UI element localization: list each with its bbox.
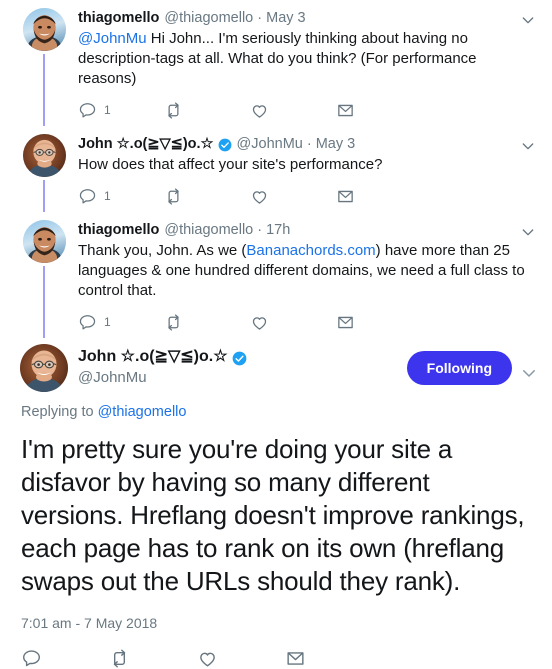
- display-name[interactable]: thiagomello: [78, 8, 159, 28]
- main-display-name-row: John ☆.o(≧▽≦)o.☆: [78, 347, 407, 367]
- reply-icon: [78, 101, 97, 120]
- tweet-thread: thiagomello @thiagomello · May 3 @JohnMu…: [0, 0, 552, 669]
- user-handle[interactable]: @JohnMu: [237, 134, 303, 154]
- display-name[interactable]: thiagomello: [78, 220, 159, 240]
- like-action[interactable]: [250, 187, 336, 206]
- separator-dot: ·: [306, 136, 312, 152]
- user-handle[interactable]: @thiagomello: [164, 220, 253, 240]
- dm-action[interactable]: [336, 187, 422, 206]
- main-tweet-header: John ☆.o(≧▽≦)o.☆ @JohnMu Following: [20, 338, 538, 392]
- retweet-icon: [164, 187, 183, 206]
- verified-badge-icon: [232, 351, 247, 366]
- dm-action[interactable]: [285, 648, 373, 669]
- retweet-action[interactable]: [164, 313, 250, 332]
- tweet-body: thiagomello @thiagomello · May 3 @JohnMu…: [68, 8, 540, 126]
- tweet-text: @JohnMu Hi John... I'm seriously thinkin…: [78, 29, 534, 89]
- main-tweet-text: I'm pretty sure you're doing your site a…: [21, 434, 525, 596]
- avatar-column: [20, 220, 68, 338]
- reply-action[interactable]: 1: [78, 101, 164, 120]
- replying-to-prefix: Replying to: [21, 404, 94, 420]
- tweet-body: John ☆.o(≧▽≦)o.☆ @JohnMu · May 3 How doe…: [68, 134, 540, 212]
- reply-action[interactable]: 1: [78, 313, 164, 332]
- tweet-text-plain: Thank you, John. As we (: [78, 242, 247, 259]
- thread-connector-line: [43, 54, 45, 126]
- avatar[interactable]: [22, 134, 66, 177]
- retweet-action[interactable]: [164, 101, 250, 120]
- separator-dot: ·: [257, 10, 263, 26]
- heart-icon: [250, 313, 269, 332]
- like-action[interactable]: [250, 101, 336, 120]
- heart-icon: [197, 648, 218, 669]
- main-tweet-identity: John ☆.o(≧▽≦)o.☆ @JohnMu: [68, 344, 407, 388]
- tweet-menu-caret[interactable]: [520, 224, 536, 240]
- tweet-menu-caret[interactable]: [520, 12, 536, 28]
- tweet-action-bar: 1: [78, 184, 534, 208]
- reply-count: 1: [104, 189, 111, 203]
- user-handle[interactable]: @thiagomello: [164, 8, 253, 28]
- following-button[interactable]: Following: [406, 351, 512, 385]
- retweet-icon: [164, 101, 183, 120]
- tweet-action-bar: 1: [78, 310, 534, 334]
- tweet-text: How does that affect your site's perform…: [78, 156, 383, 173]
- thread-reply-tweet[interactable]: John ☆.o(≧▽≦)o.☆ @JohnMu · May 3 How doe…: [0, 126, 552, 212]
- tweet-timestamp[interactable]: May 3: [316, 134, 356, 154]
- reply-count: 1: [104, 103, 111, 117]
- envelope-icon: [285, 648, 306, 669]
- reply-icon: [78, 313, 97, 332]
- avatar[interactable]: [22, 8, 66, 51]
- reply-action[interactable]: [21, 648, 109, 669]
- separator-dot: ·: [257, 222, 263, 238]
- avatar-column: [20, 8, 68, 126]
- replying-to-handle[interactable]: @thiagomello: [98, 404, 187, 420]
- reply-count: 1: [104, 315, 111, 329]
- tweet-body: thiagomello @thiagomello · 17h Thank you…: [68, 220, 540, 338]
- main-tweet: John ☆.o(≧▽≦)o.☆ @JohnMu Following Reply…: [0, 338, 552, 669]
- url-link[interactable]: Bananachords.com: [246, 242, 375, 259]
- thread-reply-tweet[interactable]: thiagomello @thiagomello · May 3 @JohnMu…: [0, 0, 552, 126]
- mention-link[interactable]: @JohnMu: [78, 30, 147, 47]
- verified-badge-icon: [218, 138, 232, 152]
- envelope-icon: [336, 313, 355, 332]
- dm-action[interactable]: [336, 101, 422, 120]
- tweet-menu-caret[interactable]: [520, 364, 538, 382]
- main-tweet-action-bar: [21, 648, 538, 669]
- tweet-text: Thank you, John. As we (Bananachords.com…: [78, 241, 534, 301]
- retweet-action[interactable]: [109, 648, 197, 669]
- retweet-icon: [109, 648, 130, 669]
- display-name[interactable]: John ☆.o(≧▽≦)o.☆: [78, 347, 228, 367]
- envelope-icon: [336, 101, 355, 120]
- tweet-menu-caret[interactable]: [520, 138, 536, 154]
- tweet-header: John ☆.o(≧▽≦)o.☆ @JohnMu · May 3: [78, 134, 534, 154]
- tweet-header: thiagomello @thiagomello · May 3: [78, 8, 534, 28]
- main-tweet-timestamp[interactable]: 7:01 am - 7 May 2018: [21, 615, 538, 631]
- retweet-icon: [164, 313, 183, 332]
- like-action[interactable]: [197, 648, 285, 669]
- tweet-header: thiagomello @thiagomello · 17h: [78, 220, 534, 240]
- thread-connector-line: [43, 180, 45, 212]
- user-handle[interactable]: @JohnMu: [78, 368, 407, 388]
- avatar[interactable]: [20, 344, 68, 392]
- reply-icon: [21, 648, 42, 669]
- reply-action[interactable]: 1: [78, 187, 164, 206]
- tweet-action-bar: 1: [78, 98, 534, 122]
- tweet-timestamp[interactable]: 17h: [266, 220, 290, 240]
- thread-connector-line: [43, 266, 45, 338]
- envelope-icon: [336, 187, 355, 206]
- dm-action[interactable]: [336, 313, 422, 332]
- avatar[interactable]: [22, 220, 66, 263]
- thread-reply-tweet[interactable]: thiagomello @thiagomello · 17h Thank you…: [0, 212, 552, 338]
- heart-icon: [250, 101, 269, 120]
- display-name[interactable]: John ☆.o(≧▽≦)o.☆: [78, 134, 214, 154]
- retweet-action[interactable]: [164, 187, 250, 206]
- like-action[interactable]: [250, 313, 336, 332]
- tweet-timestamp[interactable]: May 3: [266, 8, 306, 28]
- reply-icon: [78, 187, 97, 206]
- avatar-column: [20, 134, 68, 212]
- heart-icon: [250, 187, 269, 206]
- replying-to-line: Replying to @thiagomello: [21, 404, 538, 420]
